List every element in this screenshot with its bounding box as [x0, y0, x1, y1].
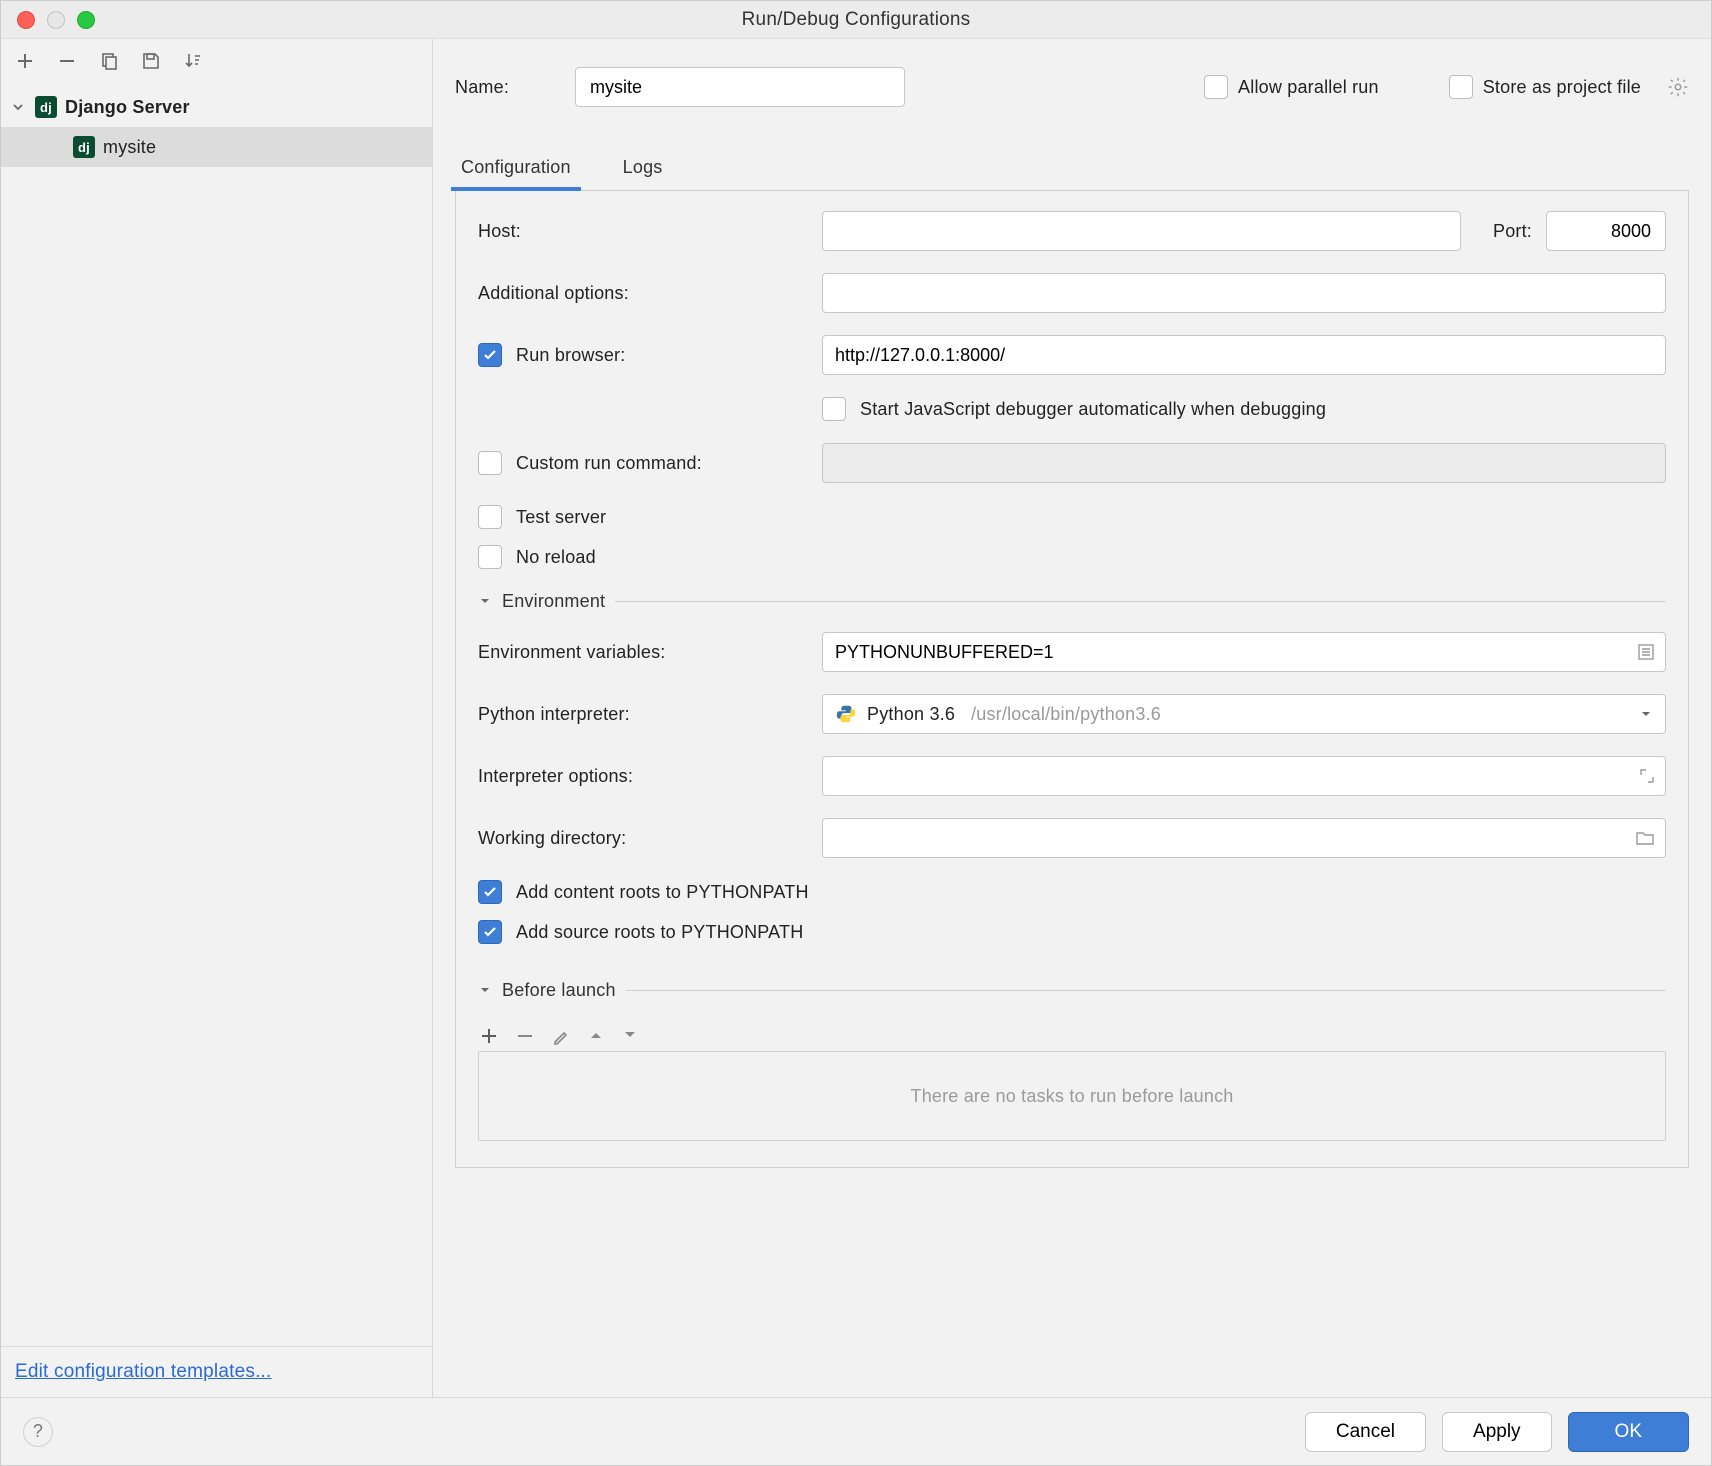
python-interpreter-select[interactable]: Python 3.6 /usr/local/bin/python3.6 — [822, 694, 1666, 734]
chevron-down-icon — [11, 100, 27, 114]
expand-icon[interactable] — [1639, 768, 1655, 784]
start-js-debugger-checkbox[interactable] — [822, 397, 846, 421]
test-server-checkbox[interactable] — [478, 505, 502, 529]
env-vars-input[interactable] — [822, 632, 1666, 672]
help-icon[interactable]: ? — [23, 1417, 53, 1447]
no-reload-label: No reload — [516, 547, 596, 568]
minimize-window-icon — [47, 11, 65, 29]
add-source-roots-label: Add source roots to PYTHONPATH — [516, 922, 803, 943]
environment-section-label: Environment — [502, 591, 605, 612]
dialog-footer: ? Cancel Apply OK — [1, 1397, 1711, 1465]
custom-run-command-input — [822, 443, 1666, 483]
django-icon: dj — [73, 136, 95, 158]
tree-item-label: mysite — [103, 137, 156, 158]
custom-run-command-label: Custom run command: — [516, 453, 702, 474]
python-interpreter-label: Python interpreter: — [478, 704, 808, 725]
django-icon: dj — [35, 96, 57, 118]
checkbox-icon — [1449, 75, 1473, 99]
additional-options-label: Additional options: — [478, 283, 808, 304]
edit-task-icon — [552, 1027, 570, 1045]
zoom-window-icon[interactable] — [77, 11, 95, 29]
move-down-icon — [622, 1027, 638, 1045]
allow-parallel-label: Allow parallel run — [1238, 77, 1379, 98]
add-config-icon[interactable] — [13, 49, 37, 73]
test-server-label: Test server — [516, 507, 606, 528]
store-as-project-file-checkbox[interactable]: Store as project file — [1449, 75, 1641, 99]
ok-button[interactable]: OK — [1568, 1412, 1689, 1452]
configuration-panel: Host: Port: Additional options: — [455, 191, 1689, 1168]
close-window-icon[interactable] — [17, 11, 35, 29]
add-source-roots-checkbox[interactable] — [478, 920, 502, 944]
before-launch-section-header[interactable]: Before launch — [478, 980, 1666, 1001]
tab-configuration[interactable]: Configuration — [455, 149, 577, 190]
add-task-icon[interactable] — [480, 1027, 498, 1045]
start-js-debugger-label: Start JavaScript debugger automatically … — [860, 399, 1326, 420]
store-as-project-label: Store as project file — [1483, 77, 1641, 98]
additional-options-input[interactable] — [822, 273, 1666, 313]
working-directory-label: Working directory: — [478, 828, 808, 849]
cancel-button[interactable]: Cancel — [1305, 1412, 1426, 1452]
run-browser-checkbox[interactable] — [478, 343, 502, 367]
interpreter-options-label: Interpreter options: — [478, 766, 808, 787]
config-tabs: Configuration Logs — [455, 149, 1689, 191]
python-interpreter-name: Python 3.6 — [867, 704, 955, 725]
window-title: Run/Debug Configurations — [742, 9, 971, 31]
host-input[interactable] — [822, 211, 1461, 251]
folder-icon[interactable] — [1635, 829, 1655, 847]
host-label: Host: — [478, 221, 808, 242]
tab-logs[interactable]: Logs — [617, 149, 669, 190]
sidebar-toolbar — [1, 39, 432, 83]
chevron-down-icon — [1639, 707, 1653, 721]
run-browser-label: Run browser: — [516, 345, 625, 366]
tree-root-django-server[interactable]: dj Django Server — [1, 87, 432, 127]
checkbox-icon — [1204, 75, 1228, 99]
port-label: Port: — [1493, 221, 1532, 242]
config-tree-sidebar: dj Django Server dj mysite Edit configur… — [1, 39, 433, 1397]
add-content-roots-label: Add content roots to PYTHONPATH — [516, 882, 809, 903]
save-config-icon[interactable] — [139, 49, 163, 73]
add-content-roots-checkbox[interactable] — [478, 880, 502, 904]
move-up-icon — [588, 1027, 604, 1045]
sort-config-icon[interactable] — [181, 49, 205, 73]
allow-parallel-run-checkbox[interactable]: Allow parallel run — [1204, 75, 1379, 99]
working-directory-input[interactable] — [822, 818, 1666, 858]
list-edit-icon[interactable] — [1637, 643, 1655, 661]
before-launch-section-label: Before launch — [502, 980, 616, 1001]
name-label: Name: — [455, 77, 555, 98]
no-reload-checkbox[interactable] — [478, 545, 502, 569]
custom-run-command-checkbox[interactable] — [478, 451, 502, 475]
before-launch-toolbar — [478, 1021, 1666, 1051]
name-input[interactable] — [575, 67, 905, 107]
edit-templates-link[interactable]: Edit configuration templates... — [15, 1361, 272, 1382]
titlebar: Run/Debug Configurations — [1, 1, 1711, 39]
python-icon — [835, 703, 857, 725]
tree-item-mysite[interactable]: dj mysite — [1, 127, 432, 167]
apply-button[interactable]: Apply — [1442, 1412, 1552, 1452]
python-interpreter-path: /usr/local/bin/python3.6 — [971, 704, 1161, 725]
tree-root-label: Django Server — [65, 97, 190, 118]
environment-section-header[interactable]: Environment — [478, 591, 1666, 612]
gear-icon[interactable] — [1667, 76, 1689, 98]
caret-down-icon — [478, 594, 492, 608]
port-input[interactable] — [1546, 211, 1666, 251]
run-browser-url-input[interactable] — [822, 335, 1666, 375]
env-vars-label: Environment variables: — [478, 642, 808, 663]
remove-config-icon[interactable] — [55, 49, 79, 73]
before-launch-empty: There are no tasks to run before launch — [478, 1051, 1666, 1141]
remove-task-icon — [516, 1027, 534, 1045]
window-traffic-lights — [17, 11, 95, 29]
dialog-window: Run/Debug Configurations dj Django Serve… — [0, 0, 1712, 1466]
main-panel: Name: Allow parallel run Store as projec… — [433, 39, 1711, 1397]
caret-down-icon — [478, 983, 492, 997]
config-tree: dj Django Server dj mysite — [1, 83, 432, 1346]
interpreter-options-input[interactable] — [822, 756, 1666, 796]
copy-config-icon[interactable] — [97, 49, 121, 73]
